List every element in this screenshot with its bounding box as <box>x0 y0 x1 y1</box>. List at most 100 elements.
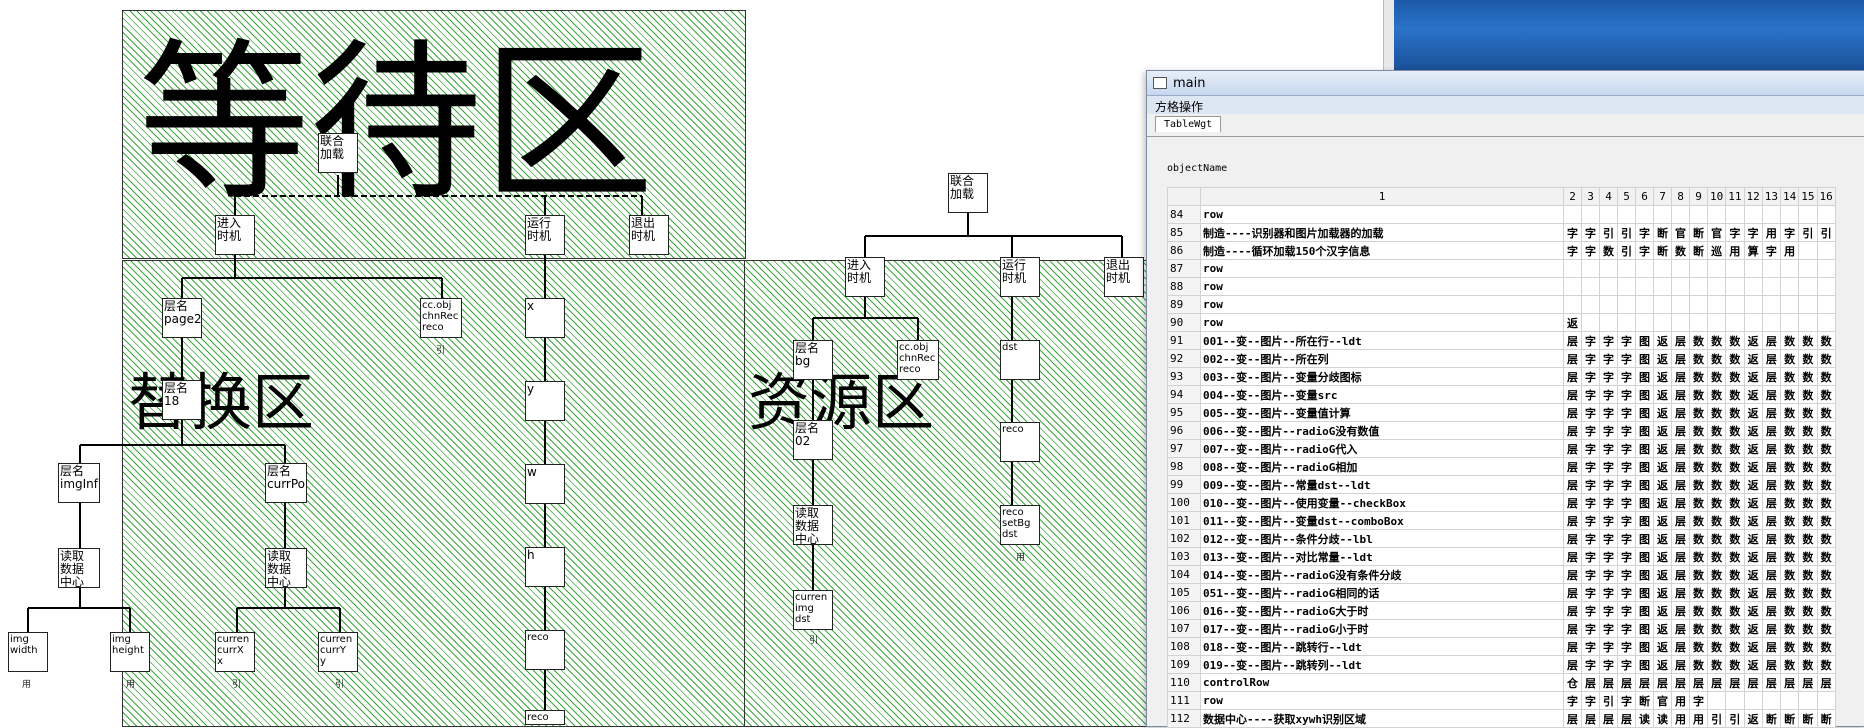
grid-cell[interactable]: 层 <box>1563 457 1582 476</box>
grid-cell[interactable] <box>1599 277 1618 296</box>
grid-cell[interactable] <box>1617 259 1636 278</box>
grid-cell[interactable]: 字 <box>1563 223 1582 242</box>
grid-cell[interactable]: 层 <box>1563 493 1582 512</box>
grid-cell[interactable]: 返 <box>1743 583 1763 602</box>
grid-cell[interactable]: 数 <box>1816 529 1836 548</box>
node-ccobj-1[interactable]: cc.obj chnRec reco <box>420 298 462 338</box>
grid-cell[interactable] <box>1761 259 1782 278</box>
column-header[interactable]: 13 <box>1761 187 1782 206</box>
grid-cell[interactable]: 层 <box>1671 583 1690 602</box>
grid-cell[interactable] <box>1798 259 1818 278</box>
grid-cell[interactable]: 数 <box>1706 619 1727 638</box>
grid-cell[interactable] <box>1706 691 1727 710</box>
grid-cell[interactable]: 图 <box>1635 511 1654 530</box>
grid-cell[interactable]: 层 <box>1761 367 1782 386</box>
grid-cell[interactable]: 数 <box>1689 331 1708 350</box>
grid-cell[interactable]: 层 <box>1761 385 1782 404</box>
grid-cell[interactable]: 层 <box>1761 439 1782 458</box>
grid-cell[interactable] <box>1617 313 1636 332</box>
grid-cell[interactable] <box>1581 259 1600 278</box>
grid-cell[interactable] <box>1798 241 1818 260</box>
grid-cell[interactable]: 数 <box>1706 637 1727 656</box>
grid-cell[interactable] <box>1581 295 1600 314</box>
grid-cell[interactable]: 字 <box>1581 691 1600 710</box>
row-name-cell[interactable]: row <box>1200 259 1564 278</box>
grid-cell[interactable]: 返 <box>1743 421 1763 440</box>
table-row[interactable]: 89 row <box>1167 295 1836 314</box>
table-row[interactable]: 108 018--变--图片--跳转行--ldt 层字字字图返层数数数返层数数数 <box>1167 637 1836 656</box>
grid-cell[interactable] <box>1689 277 1708 296</box>
grid-cell[interactable]: 断 <box>1689 241 1708 260</box>
grid-cell[interactable]: 字 <box>1599 421 1618 440</box>
grid-cell[interactable]: 数 <box>1816 367 1836 386</box>
grid-cell[interactable]: 层 <box>1671 529 1690 548</box>
grid-cell[interactable]: 字 <box>1617 331 1636 350</box>
column-header[interactable]: 16 <box>1816 187 1836 206</box>
grid-cell[interactable] <box>1653 313 1672 332</box>
grid-cell[interactable]: 数 <box>1816 475 1836 494</box>
grid-cell[interactable]: 数 <box>1798 349 1818 368</box>
grid-cell[interactable]: 数 <box>1816 511 1836 530</box>
grid-cell[interactable]: 字 <box>1581 601 1600 620</box>
grid-cell[interactable]: 层 <box>1563 601 1582 620</box>
grid-cell[interactable]: 层 <box>1671 331 1690 350</box>
grid-cell[interactable] <box>1671 313 1690 332</box>
grid-cell[interactable]: 数 <box>1689 403 1708 422</box>
grid-cell[interactable]: 字 <box>1617 403 1636 422</box>
grid-cell[interactable]: 字 <box>1599 637 1618 656</box>
grid-cell[interactable]: 字 <box>1617 547 1636 566</box>
grid-cell[interactable]: 字 <box>1599 583 1618 602</box>
grid-cell[interactable] <box>1653 205 1672 224</box>
grid-cell[interactable]: 字 <box>1581 367 1600 386</box>
grid-cell[interactable]: 层 <box>1671 385 1690 404</box>
grid-cell[interactable]: 层 <box>1761 565 1782 584</box>
grid-cell[interactable]: 字 <box>1617 511 1636 530</box>
grid-cell[interactable]: 图 <box>1635 493 1654 512</box>
node-curr-img-dst[interactable]: curren img dst <box>793 590 833 630</box>
grid-cell[interactable]: 层 <box>1563 349 1582 368</box>
grid-cell[interactable] <box>1706 259 1727 278</box>
grid-cell[interactable]: 数 <box>1816 421 1836 440</box>
column-header[interactable]: 15 <box>1798 187 1818 206</box>
grid-cell[interactable]: 数 <box>1779 637 1800 656</box>
grid-cell[interactable]: 字 <box>1599 349 1618 368</box>
grid-cell[interactable]: 数 <box>1689 457 1708 476</box>
table-row[interactable]: 98 008--变--图片--radioG相加层字字字图返层数数数返层数数数 <box>1167 457 1836 476</box>
grid-cell[interactable]: 层 <box>1563 439 1582 458</box>
grid-cell[interactable] <box>1798 295 1818 314</box>
grid-cell[interactable]: 数 <box>1816 457 1836 476</box>
grid-cell[interactable]: 返 <box>1743 475 1763 494</box>
grid-cell[interactable] <box>1689 259 1708 278</box>
grid-cell[interactable]: 字 <box>1617 457 1636 476</box>
grid-cell[interactable] <box>1653 295 1672 314</box>
grid-cell[interactable]: 字 <box>1599 331 1618 350</box>
grid-cell[interactable]: 官 <box>1706 223 1727 242</box>
row-name-cell[interactable]: 016--变--图片--radioG大于时 <box>1200 601 1564 620</box>
grid-cell[interactable]: 数 <box>1798 619 1818 638</box>
grid-cell[interactable]: 数 <box>1706 511 1727 530</box>
grid-cell[interactable]: 数 <box>1798 421 1818 440</box>
node-x[interactable]: x <box>525 298 565 338</box>
grid-cell[interactable]: 字 <box>1617 475 1636 494</box>
grid-cell[interactable] <box>1816 205 1836 224</box>
grid-cell[interactable]: 返 <box>1653 421 1672 440</box>
node-read-center-2[interactable]: 读取 数据 中心 <box>265 548 307 588</box>
grid-cell[interactable]: 字 <box>1581 439 1600 458</box>
grid-cell[interactable]: 返 <box>1653 331 1672 350</box>
column-header[interactable]: 11 <box>1725 187 1745 206</box>
grid-cell[interactable] <box>1798 313 1818 332</box>
grid-cell[interactable]: 断 <box>1653 223 1672 242</box>
grid-cell[interactable]: 返 <box>1743 637 1763 656</box>
grid-cell[interactable]: 字 <box>1617 385 1636 404</box>
grid-cell[interactable]: 数 <box>1689 385 1708 404</box>
grid-cell[interactable]: 返 <box>1653 637 1672 656</box>
row-name-cell[interactable]: 051--变--图片--radioG相同的话 <box>1200 583 1564 602</box>
grid-cell[interactable]: 数 <box>1725 367 1745 386</box>
table-row[interactable]: 84 row <box>1167 205 1836 224</box>
row-name-cell[interactable]: row <box>1200 205 1564 224</box>
grid-cell[interactable]: 图 <box>1635 655 1654 674</box>
grid-cell[interactable]: 图 <box>1635 637 1654 656</box>
grid-cell[interactable]: 图 <box>1635 403 1654 422</box>
grid-cell[interactable]: 数 <box>1779 475 1800 494</box>
grid-cell[interactable]: 字 <box>1635 223 1654 242</box>
